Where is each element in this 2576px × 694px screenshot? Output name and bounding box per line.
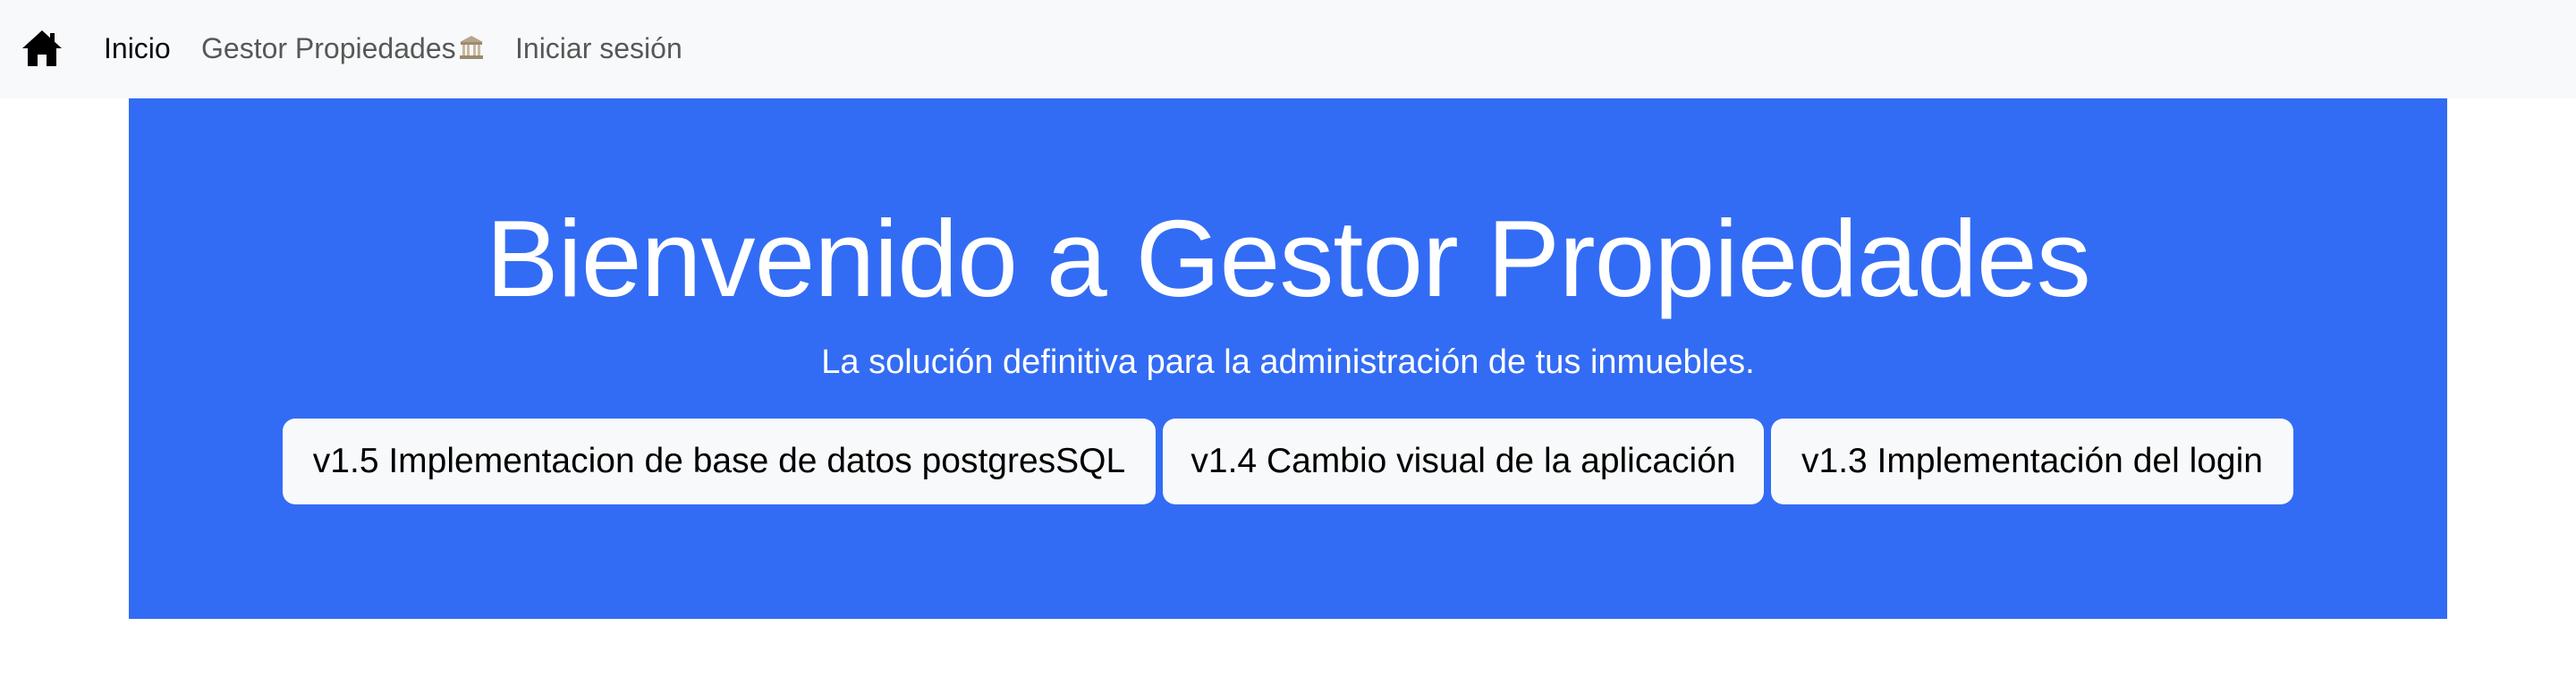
hero-banner: Bienvenido a Gestor Propiedades La soluc… — [129, 98, 2447, 619]
version-button-v1-3[interactable]: v1.3 Implementación del login — [1771, 419, 2293, 504]
nav-item-gestor-propiedades[interactable]: Gestor Propiedades — [201, 29, 485, 68]
nav-item-gestor-propiedades-label: Gestor Propiedades — [201, 32, 456, 64]
navbar: Inicio Gestor Propiedades Iniciar sesión — [0, 0, 2576, 98]
house-icon — [22, 30, 62, 66]
nav-item-iniciar-sesion[interactable]: Iniciar sesión — [515, 29, 682, 68]
version-button-v1-4[interactable]: v1.4 Cambio visual de la aplicación — [1163, 419, 1764, 504]
classical-building-icon — [459, 36, 483, 59]
hero-title: Bienvenido a Gestor Propiedades — [486, 198, 2090, 319]
version-button-v1-5-label[interactable]: v1.5 Implementacion de base de datos pos… — [283, 419, 1156, 504]
nav-item-inicio[interactable]: Inicio — [104, 29, 171, 68]
hero-subtitle: La solución definitiva para la administr… — [821, 343, 1755, 381]
home-link[interactable] — [20, 26, 64, 71]
